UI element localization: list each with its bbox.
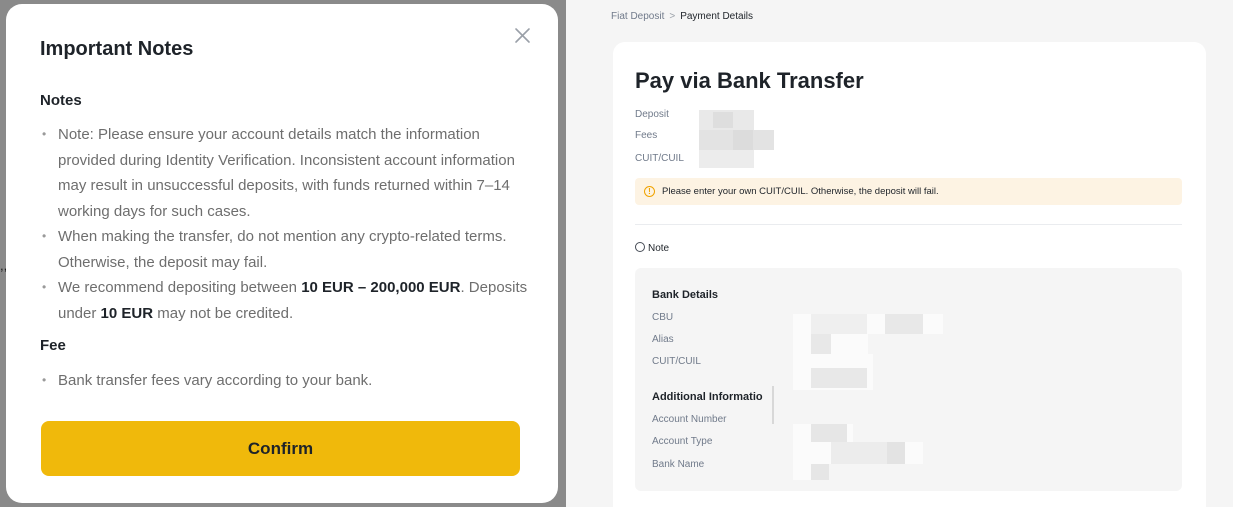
text-cursor [772, 386, 774, 424]
note-text: We recommend depositing between [58, 279, 302, 296]
note-label: Note [648, 243, 670, 254]
fees-label: Fees [635, 130, 658, 141]
note-text: may not be credited. [153, 304, 294, 322]
notes-list: Note: Please ensure your account details… [40, 122, 530, 326]
fee-list: Bank transfer fees vary according to you… [40, 368, 530, 394]
divider [635, 224, 1182, 225]
note-text: Note: Please ensure your account details… [58, 126, 515, 220]
cuit-label: CUIT/CUIL [635, 153, 684, 164]
breadcrumb-parent-link[interactable]: Fiat Deposit [611, 11, 664, 22]
note-item: When making the transfer, do not mention… [40, 224, 530, 275]
modal-title: Important Notes [40, 38, 194, 60]
notes-heading: Notes [40, 92, 82, 109]
note-radio-icon[interactable] [635, 242, 645, 252]
confirm-button[interactable]: Confirm [41, 421, 520, 476]
warning-icon: ! [644, 186, 655, 197]
note-item: Note: Please ensure your account details… [40, 122, 530, 224]
payment-details-page: Fiat Deposit > Payment Details Pay via Ban… [566, 0, 1233, 507]
warning-banner: ! Please enter your own CUIT/CUIL. Other… [635, 178, 1182, 205]
warning-text: Please enter your own CUIT/CUIL. Otherwi… [662, 186, 939, 197]
bank-cuit-label: CUIT/CUIL [652, 356, 701, 367]
bank-details-box: Bank Details CBU Alias CUIT/CUIL Additio… [635, 268, 1182, 491]
bank-details-heading: Bank Details [652, 289, 719, 301]
alias-label: Alias [652, 334, 674, 345]
breadcrumb-separator: > [669, 11, 676, 22]
note-item: We recommend depositing between 10 EUR –… [40, 275, 530, 326]
account-number-label: Account Number [652, 414, 727, 425]
fee-text: Bank transfer fees vary according to you… [58, 372, 373, 389]
deposit-label: Deposit [635, 109, 669, 120]
important-notes-modal: Important Notes Notes Note: Please ensur… [6, 4, 558, 503]
account-type-label: Account Type [652, 436, 713, 447]
fee-item: Bank transfer fees vary according to you… [40, 368, 530, 394]
note-text: When making the transfer, do not mention… [58, 228, 507, 271]
fee-heading: Fee [40, 337, 66, 354]
additional-info-heading: Additional Informatio [652, 391, 763, 403]
close-icon[interactable] [512, 25, 534, 47]
minimum-deposit: 10 EUR [100, 304, 154, 322]
payment-card: Pay via Bank Transfer Deposit Fees CUIT/… [613, 42, 1206, 507]
page-title: Pay via Bank Transfer [635, 68, 864, 93]
deposit-range: 10 EUR – 200,000 EUR [301, 279, 461, 296]
breadcrumb: Fiat Deposit > Payment Details [611, 11, 753, 22]
note-toggle[interactable]: Note [635, 242, 669, 254]
breadcrumb-current: Payment Details [680, 11, 754, 22]
bank-name-label: Bank Name [652, 459, 705, 470]
cbu-label: CBU [652, 312, 674, 323]
